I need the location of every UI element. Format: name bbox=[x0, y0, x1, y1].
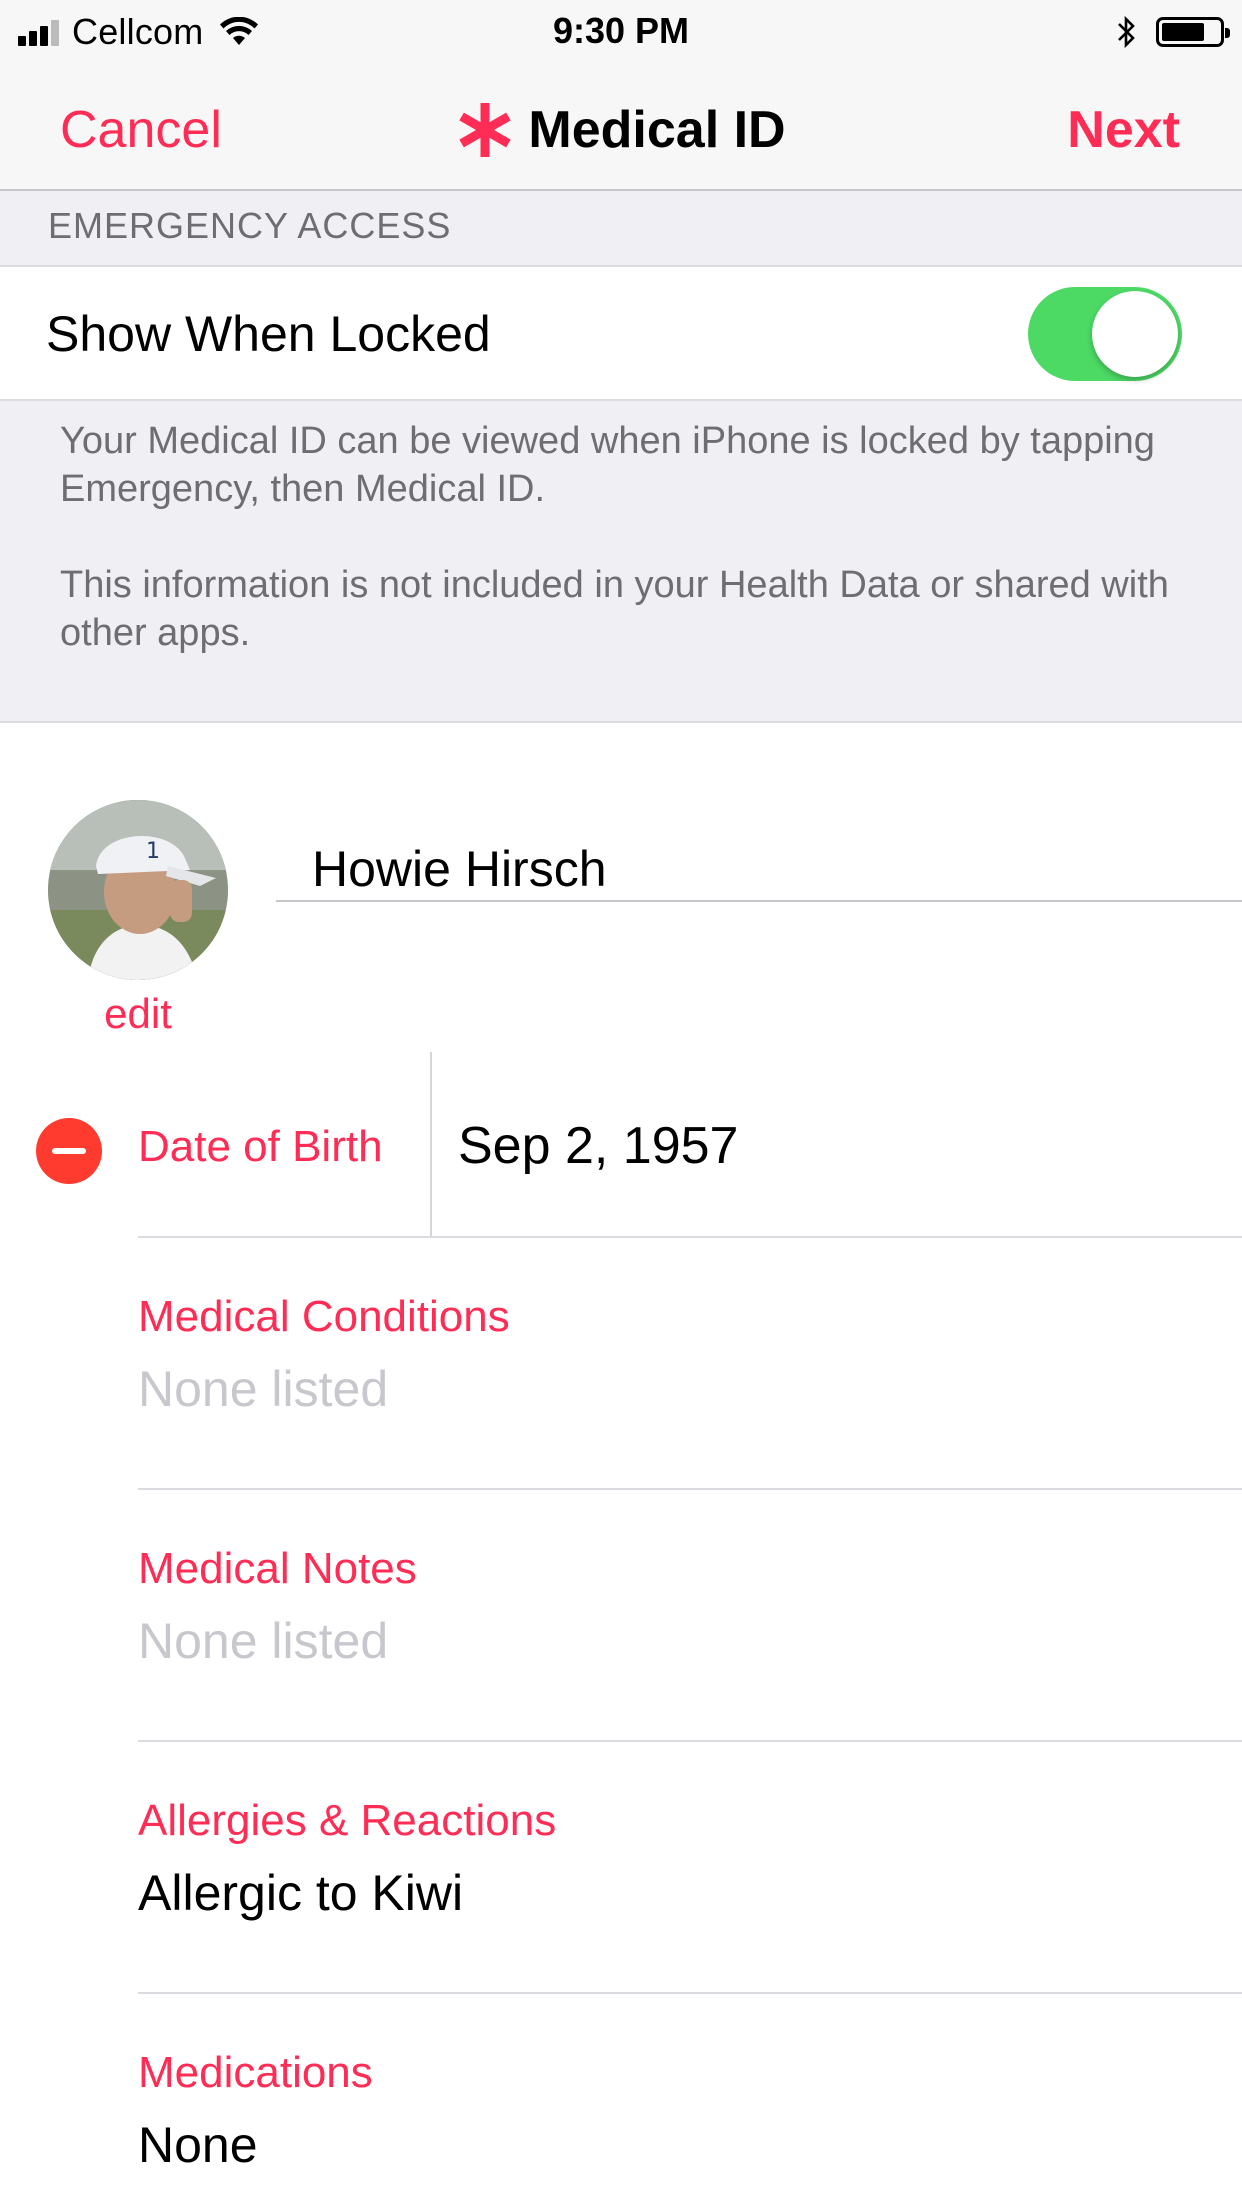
allergies-reactions-field[interactable]: Allergic to Kiwi bbox=[138, 1864, 463, 1922]
medical-notes-field[interactable]: None listed bbox=[138, 1612, 388, 1670]
show-when-locked-toggle[interactable] bbox=[1028, 287, 1182, 381]
page-title-text: Medical ID bbox=[528, 101, 786, 159]
page-title-inner: Medical ID bbox=[456, 100, 786, 160]
allergies-reactions-row: Allergies & Reactions Allergic to Kiwi bbox=[0, 1742, 1242, 1994]
medications-field[interactable]: None bbox=[138, 2116, 258, 2174]
nav-bar: Cancel Medical ID Next bbox=[0, 66, 1242, 191]
battery-tip bbox=[1225, 28, 1230, 38]
medical-conditions-field[interactable]: None listed bbox=[138, 1360, 388, 1418]
page-title: Medical ID bbox=[0, 100, 1242, 172]
svg-text:1: 1 bbox=[146, 839, 160, 864]
battery-icon bbox=[1156, 17, 1230, 47]
emergency-access-header: EMERGENCY ACCESS bbox=[0, 191, 1242, 267]
medical-conditions-label: Medical Conditions bbox=[138, 1292, 510, 1341]
bluetooth-icon bbox=[1118, 15, 1135, 49]
status-time: 9:30 PM bbox=[552, 10, 690, 51]
status-right bbox=[1116, 12, 1230, 52]
edit-photo-button[interactable]: edit bbox=[48, 990, 228, 1038]
medical-conditions-row: Medical Conditions None listed bbox=[0, 1238, 1242, 1490]
dob-divider bbox=[430, 1052, 432, 1238]
asterisk-icon bbox=[459, 103, 512, 157]
remove-date-of-birth-button[interactable] bbox=[36, 1118, 102, 1184]
medications-label: Medications bbox=[138, 2048, 373, 2097]
date-of-birth-field[interactable]: Sep 2, 1957 bbox=[458, 1116, 738, 1176]
name-value: Howie Hirsch bbox=[312, 841, 607, 897]
status-bar: Cellcom 9:30 PM bbox=[0, 0, 1242, 66]
show-when-locked-row: Show When Locked bbox=[0, 267, 1242, 401]
next-button[interactable]: Next bbox=[1067, 100, 1180, 160]
emergency-access-note: Your Medical ID can be viewed when iPhon… bbox=[0, 401, 1242, 723]
date-of-birth-label: Date of Birth bbox=[138, 1122, 383, 1171]
note-paragraph-2: This information is not included in your… bbox=[60, 564, 1169, 654]
section-header-text: EMERGENCY ACCESS bbox=[48, 205, 452, 246]
avatar[interactable]: 1 bbox=[48, 800, 228, 980]
medications-row: Medications None bbox=[0, 1994, 1242, 2208]
battery-fill bbox=[1162, 23, 1204, 41]
toggle-knob bbox=[1092, 291, 1178, 377]
show-when-locked-label: Show When Locked bbox=[46, 306, 491, 362]
medical-notes-label: Medical Notes bbox=[138, 1544, 417, 1593]
allergies-reactions-label: Allergies & Reactions bbox=[138, 1796, 557, 1845]
note-paragraph-1: Your Medical ID can be viewed when iPhon… bbox=[60, 420, 1155, 510]
medical-notes-row: Medical Notes None listed bbox=[0, 1490, 1242, 1742]
avatar-photo: 1 bbox=[48, 800, 228, 980]
date-of-birth-row: Date of Birth Sep 2, 1957 bbox=[0, 1052, 1242, 1238]
medical-id-screen: Cellcom 9:30 PM Cancel Medical ID Next E… bbox=[0, 0, 1242, 2208]
name-field[interactable]: Howie Hirsch bbox=[276, 836, 1242, 902]
